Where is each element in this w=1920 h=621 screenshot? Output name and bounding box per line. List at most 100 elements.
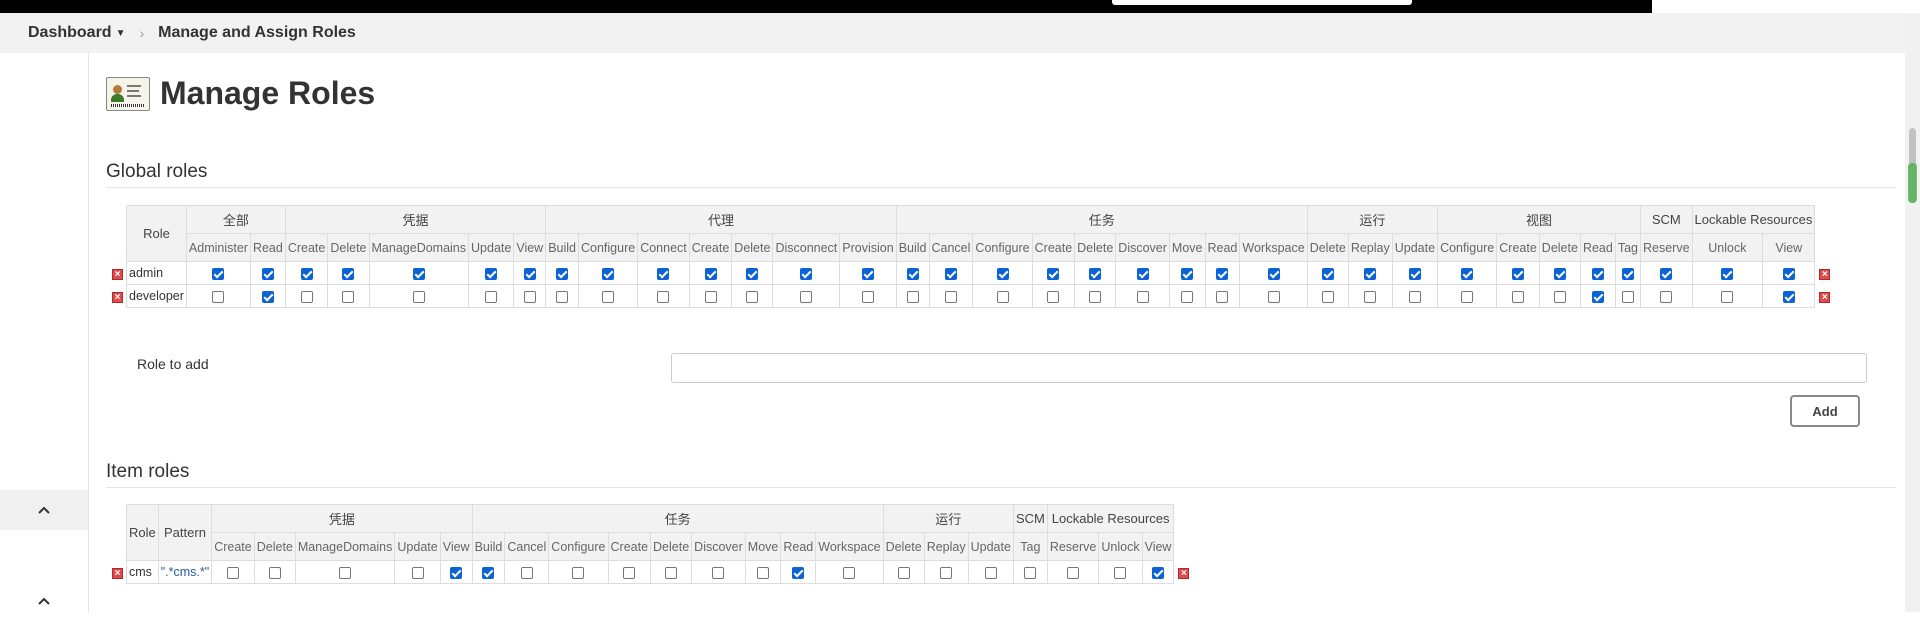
permission-checkbox[interactable] (1152, 566, 1165, 579)
permission-checkbox[interactable] (1181, 290, 1194, 303)
permission-checkbox[interactable] (704, 290, 717, 303)
role-pattern[interactable]: ".*cms.*" (157, 560, 213, 584)
permission-checkbox[interactable] (800, 267, 813, 280)
permission-checkbox[interactable] (556, 290, 569, 303)
permission-checkbox[interactable] (1321, 290, 1334, 303)
permission-checkbox[interactable] (861, 290, 874, 303)
permission-checkbox[interactable] (1621, 290, 1634, 303)
permission-checkbox[interactable] (657, 290, 670, 303)
sidebar-collapse-button-2[interactable] (0, 581, 88, 621)
permission-checkbox[interactable] (861, 267, 874, 280)
permission-checkbox[interactable] (1364, 267, 1377, 280)
permission-checkbox[interactable] (1216, 267, 1229, 280)
permission-checkbox[interactable] (1089, 290, 1102, 303)
permission-checkbox[interactable] (572, 566, 585, 579)
permission-checkbox[interactable] (1721, 267, 1734, 280)
add-role-button[interactable]: Add (1790, 395, 1860, 427)
permission-checkbox[interactable] (657, 267, 670, 280)
permission-checkbox[interactable] (411, 566, 424, 579)
delete-icon[interactable]: × (1178, 568, 1190, 579)
permission-checkbox[interactable] (1660, 290, 1673, 303)
permission-checkbox[interactable] (1553, 267, 1566, 280)
breadcrumb-dashboard-label[interactable]: Dashboard (28, 24, 112, 42)
permission-checkbox[interactable] (1136, 290, 1149, 303)
permission-checkbox[interactable] (1591, 290, 1604, 303)
permission-checkbox[interactable] (482, 566, 495, 579)
permission-checkbox[interactable] (1553, 290, 1566, 303)
permission-checkbox[interactable] (623, 566, 636, 579)
permission-checkbox[interactable] (1408, 267, 1421, 280)
permission-checkbox[interactable] (261, 290, 274, 303)
permission-checkbox[interactable] (996, 267, 1009, 280)
permission-checkbox[interactable] (1721, 290, 1734, 303)
permission-checkbox[interactable] (906, 267, 919, 280)
permission-checkbox[interactable] (1512, 290, 1525, 303)
permission-checkbox[interactable] (1364, 290, 1377, 303)
permission-checkbox[interactable] (268, 566, 281, 579)
permission-checkbox[interactable] (339, 566, 352, 579)
sidebar-collapse-button[interactable] (0, 490, 88, 530)
permission-checkbox[interactable] (897, 566, 910, 579)
role-to-add-input[interactable] (671, 353, 1867, 383)
search-box[interactable] (1112, 0, 1412, 5)
delete-icon[interactable]: × (1819, 269, 1831, 280)
permission-checkbox[interactable] (523, 267, 536, 280)
delete-icon[interactable]: × (112, 292, 123, 303)
permission-checkbox[interactable] (1181, 267, 1194, 280)
permission-checkbox[interactable] (556, 267, 569, 280)
permission-checkbox[interactable] (944, 267, 957, 280)
permission-checkbox[interactable] (746, 290, 759, 303)
permission-checkbox[interactable] (1067, 566, 1080, 579)
delete-icon[interactable]: × (112, 568, 123, 579)
page-scrollbar[interactable] (1905, 13, 1920, 612)
permission-checkbox[interactable] (944, 290, 957, 303)
permission-checkbox[interactable] (1267, 290, 1280, 303)
permission-checkbox[interactable] (412, 290, 425, 303)
delete-icon[interactable]: × (1819, 292, 1831, 303)
permission-checkbox[interactable] (300, 290, 313, 303)
permission-checkbox[interactable] (940, 566, 953, 579)
permission-checkbox[interactable] (984, 566, 997, 579)
permission-checkbox[interactable] (1512, 267, 1525, 280)
permission-checkbox[interactable] (800, 290, 813, 303)
permission-checkbox[interactable] (1621, 267, 1634, 280)
delete-icon[interactable]: × (112, 269, 123, 280)
permission-checkbox[interactable] (1461, 290, 1474, 303)
permission-checkbox[interactable] (1660, 267, 1673, 280)
permission-checkbox[interactable] (712, 566, 725, 579)
permission-checkbox[interactable] (906, 290, 919, 303)
permission-checkbox[interactable] (1024, 566, 1037, 579)
permission-checkbox[interactable] (342, 290, 355, 303)
permission-checkbox[interactable] (1047, 267, 1060, 280)
permission-checkbox[interactable] (602, 267, 615, 280)
permission-checkbox[interactable] (485, 267, 498, 280)
permission-checkbox[interactable] (665, 566, 678, 579)
permission-checkbox[interactable] (1047, 290, 1060, 303)
permission-checkbox[interactable] (261, 267, 274, 280)
permission-checkbox[interactable] (1216, 290, 1229, 303)
permission-checkbox[interactable] (212, 290, 225, 303)
permission-checkbox[interactable] (602, 290, 615, 303)
permission-checkbox[interactable] (1321, 267, 1334, 280)
permission-checkbox[interactable] (520, 566, 533, 579)
permission-checkbox[interactable] (300, 267, 313, 280)
permission-checkbox[interactable] (212, 267, 225, 280)
permission-checkbox[interactable] (523, 290, 536, 303)
permission-checkbox[interactable] (1591, 267, 1604, 280)
breadcrumb-dashboard[interactable]: Dashboard ▼ (28, 24, 125, 42)
permission-checkbox[interactable] (1267, 267, 1280, 280)
breadcrumb-current[interactable]: Manage and Assign Roles (158, 24, 356, 42)
dropdown-caret-icon[interactable]: ▼ (116, 28, 126, 39)
permission-checkbox[interactable] (1136, 267, 1149, 280)
permission-checkbox[interactable] (1114, 566, 1127, 579)
permission-checkbox[interactable] (450, 566, 463, 579)
permission-checkbox[interactable] (485, 290, 498, 303)
permission-checkbox[interactable] (1782, 267, 1795, 280)
permission-checkbox[interactable] (1089, 267, 1102, 280)
permission-checkbox[interactable] (792, 566, 805, 579)
permission-checkbox[interactable] (1782, 290, 1795, 303)
permission-checkbox[interactable] (342, 267, 355, 280)
permission-checkbox[interactable] (996, 290, 1009, 303)
permission-checkbox[interactable] (757, 566, 770, 579)
permission-checkbox[interactable] (412, 267, 425, 280)
